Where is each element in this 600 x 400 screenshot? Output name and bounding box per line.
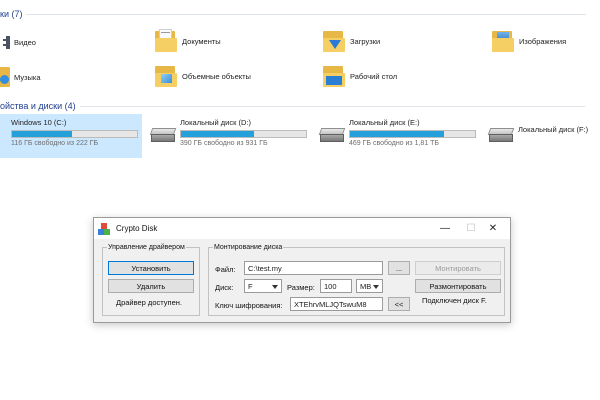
title-bar[interactable]: Crypto Disk — ☐ ✕ [94, 218, 510, 239]
documents-folder-icon [154, 28, 178, 54]
pictures-folder-icon [491, 28, 515, 54]
folder-item-documents[interactable]: Документы [154, 28, 221, 54]
size-unit-value: MB [360, 281, 372, 291]
folder-item-label: Музыка [14, 72, 41, 82]
section-divider [79, 106, 585, 108]
drive-name: Windows 10 (C:) [11, 118, 67, 127]
size-label: Размер: [287, 283, 315, 292]
close-button[interactable]: ✕ [480, 218, 506, 239]
folder-item-label: Видео [14, 37, 36, 47]
chevron-down-icon [373, 285, 379, 289]
downloads-folder-icon [322, 28, 346, 54]
drives-section-header[interactable]: ойства и диски (4) [0, 101, 585, 111]
remove-button[interactable]: Удалить [108, 279, 194, 293]
mount-button[interactable]: Монтировать [415, 261, 501, 275]
folder-item-label: Изображения [519, 36, 567, 46]
key-label: Ключ шифрования: [215, 301, 283, 310]
hard-drive-icon [149, 128, 177, 142]
disk-letter-select[interactable]: F [244, 279, 282, 293]
folder-item-label: Рабочий стол [350, 71, 398, 81]
folder-item-music[interactable]: Музыка [0, 64, 41, 90]
drive-name: Локальный диск (F:) [518, 125, 589, 134]
folder-item-downloads[interactable]: Загрузки [322, 28, 380, 54]
size-input[interactable]: 100 [320, 279, 352, 293]
minimize-button[interactable]: — [432, 218, 458, 239]
folder-item-video[interactable]: Видео [0, 29, 36, 55]
folder-item-label: Документы [182, 36, 221, 46]
size-unit-select[interactable]: MB [356, 279, 383, 293]
drive-usage-bar [180, 130, 307, 138]
install-button[interactable]: Установить [108, 261, 194, 275]
mount-status: Подключен диск F. [422, 296, 487, 305]
mount-group-legend: Монтирование диска [214, 244, 283, 251]
hard-drive-icon [487, 128, 515, 142]
drive-free-space: 116 ГБ свободно из 222 ГБ [11, 140, 99, 147]
disk-label: Диск: [215, 283, 234, 292]
folders-section-title: ки (7) [0, 9, 23, 19]
drive-d[interactable]: Локальный диск (D:) 390 ГБ свободно из 9… [148, 114, 310, 158]
3d-objects-folder-icon [154, 63, 178, 89]
folder-item-pictures[interactable]: Изображения [491, 28, 566, 54]
chevron-down-icon [272, 285, 278, 289]
folder-item-3d-objects[interactable]: Объемные объекты [154, 63, 251, 89]
crypto-disk-window: Crypto Disk — ☐ ✕ Управление драйвером У… [93, 217, 511, 323]
file-label: Файл: [215, 265, 236, 274]
drive-name: Локальный диск (E:) [349, 118, 420, 127]
desktop-folder-icon [322, 63, 346, 89]
drive-name: Локальный диск (D:) [180, 118, 251, 127]
driver-status: Драйвер доступен. [116, 298, 182, 307]
drive-f[interactable]: Локальный диск (F:) [486, 114, 591, 158]
window-title: Crypto Disk [116, 224, 158, 233]
folders-section-header[interactable]: ки (7) [0, 9, 587, 19]
drive-free-space: 390 ГБ свободно из 931 ГБ [180, 140, 268, 147]
browse-button[interactable]: ... [388, 261, 410, 275]
unmount-button[interactable]: Размонтировать [415, 279, 501, 293]
video-folder-icon [0, 29, 10, 55]
music-folder-icon [0, 64, 10, 90]
drive-c[interactable]: Windows 10 (C:) 116 ГБ свободно из 222 Г… [0, 114, 142, 158]
drive-usage-bar [349, 130, 476, 138]
disk-letter-value: F [248, 281, 253, 291]
driver-group-legend: Управление драйвером [108, 244, 185, 251]
generate-key-button[interactable]: << [388, 297, 410, 311]
app-icon [98, 222, 110, 235]
hard-drive-icon [318, 128, 346, 142]
folder-item-label: Объемные объекты [182, 71, 251, 81]
folder-item-label: Загрузки [350, 36, 381, 46]
drives-section-title: ойства и диски (4) [0, 101, 76, 111]
drive-e[interactable]: Локальный диск (E:) 469 ГБ свободно из 1… [317, 114, 479, 158]
file-path-input[interactable]: C:\test.my [244, 261, 383, 275]
encryption-key-input[interactable]: XTEhrvMLJQTswuM8 [290, 297, 383, 311]
drive-free-space: 469 ГБ свободно из 1,81 ТБ [349, 140, 440, 147]
drive-usage-bar [11, 130, 138, 138]
folder-item-desktop[interactable]: Рабочий стол [322, 63, 397, 89]
section-divider [26, 14, 587, 16]
